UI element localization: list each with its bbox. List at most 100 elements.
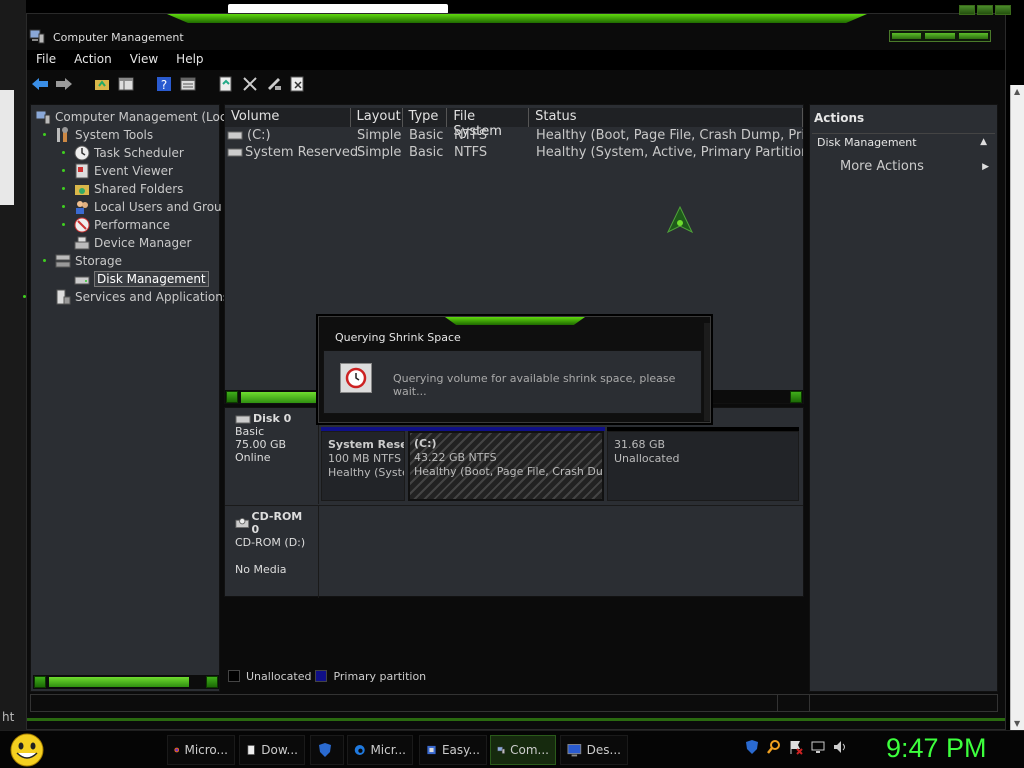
minimize-button[interactable] bbox=[892, 33, 922, 39]
legend-label: Unallocated bbox=[246, 669, 312, 683]
taskbar-desktop[interactable]: Des... bbox=[560, 735, 628, 765]
scroll-right-button[interactable] bbox=[790, 391, 802, 403]
back-arrow-icon[interactable] bbox=[31, 75, 49, 93]
taskbar: Micro... Dow... Micr... Easy... Com... D… bbox=[0, 730, 1024, 768]
column-status[interactable]: Status bbox=[529, 108, 803, 127]
start-button[interactable] bbox=[6, 732, 48, 768]
properties-icon[interactable] bbox=[179, 75, 197, 93]
scroll-left-button[interactable] bbox=[34, 676, 46, 688]
tree-horizontal-scrollbar[interactable] bbox=[33, 675, 219, 689]
console-tree: Computer Management (Loc System Tools Ta… bbox=[23, 104, 229, 692]
tray-network-icon[interactable] bbox=[810, 739, 826, 755]
menu-file[interactable]: File bbox=[27, 50, 65, 70]
settings-icon[interactable] bbox=[265, 75, 283, 93]
volume-row[interactable]: System Reserved Simple Basic NTFS Health… bbox=[225, 145, 803, 162]
title-bar[interactable]: Computer Management bbox=[27, 24, 1005, 50]
tree-item-local-users[interactable]: Local Users and Grou bbox=[62, 198, 222, 215]
tree-item-services[interactable]: Services and Applications bbox=[23, 288, 229, 305]
tree-item-disk-management[interactable]: Disk Management bbox=[74, 270, 209, 287]
taskbar-downloads[interactable]: Dow... bbox=[239, 735, 305, 765]
tray-shield-icon[interactable] bbox=[744, 739, 760, 755]
scroll-up-icon: ▲ bbox=[1014, 87, 1021, 96]
background-scrollbar: ▲ ▼ bbox=[1010, 85, 1024, 730]
forward-arrow-icon[interactable] bbox=[55, 75, 73, 93]
tray-flag-icon[interactable] bbox=[788, 739, 804, 755]
taskbar-edge[interactable]: Micr... bbox=[347, 735, 413, 765]
tree-item-performance[interactable]: Performance bbox=[62, 216, 171, 233]
svg-text:?: ? bbox=[161, 78, 167, 92]
cdrom-icon bbox=[235, 518, 250, 528]
partition-system-reserved[interactable]: System Rese 100 MB NTFS Healthy (Syste bbox=[321, 431, 405, 501]
tray-volume-icon[interactable] bbox=[832, 739, 848, 755]
export-icon[interactable] bbox=[289, 75, 307, 93]
up-folder-icon[interactable] bbox=[93, 75, 111, 93]
dialog-title: Querying Shrink Space bbox=[335, 331, 461, 344]
tree-item-task-scheduler[interactable]: Task Scheduler bbox=[62, 144, 184, 161]
tree-label: Computer Management (Loc bbox=[55, 109, 227, 124]
tree-label: Task Scheduler bbox=[94, 145, 184, 160]
column-layout[interactable]: Layout bbox=[350, 108, 403, 127]
menu-help[interactable]: Help bbox=[167, 50, 212, 70]
storage-icon bbox=[55, 254, 71, 267]
actions-section-disk-management[interactable]: Disk Management ▲ bbox=[812, 133, 995, 151]
scroll-left-button[interactable] bbox=[226, 391, 238, 403]
legend-label: Primary partition bbox=[333, 669, 427, 683]
cdrom-0-label[interactable]: CD-ROM 0 CD-ROM (D:) No Media bbox=[225, 506, 319, 598]
delete-icon[interactable] bbox=[241, 75, 259, 93]
event-viewer-icon bbox=[75, 163, 89, 178]
tray-search-icon[interactable] bbox=[766, 739, 782, 755]
firefox-icon bbox=[174, 747, 180, 753]
tree-item-storage[interactable]: Storage bbox=[43, 252, 122, 269]
submenu-arrow-icon: ▶ bbox=[982, 162, 989, 172]
taskbar-security[interactable] bbox=[310, 735, 344, 765]
expand-dot-icon[interactable] bbox=[43, 133, 46, 136]
disk-legend: Unallocated Primary partition bbox=[224, 666, 426, 686]
tree-label: Shared Folders bbox=[94, 181, 184, 196]
tree-item-device-manager[interactable]: Device Manager bbox=[74, 234, 191, 251]
taskbar-easy[interactable]: Easy... bbox=[419, 735, 487, 765]
status-bar bbox=[30, 694, 998, 712]
scroll-right-button[interactable] bbox=[206, 676, 218, 688]
maximize-button[interactable] bbox=[925, 33, 955, 39]
close-button[interactable] bbox=[958, 33, 988, 39]
tree-item-event-viewer[interactable]: Event Viewer bbox=[62, 162, 173, 179]
smiley-start-icon bbox=[10, 733, 44, 767]
taskbar-computer-management[interactable]: Com... bbox=[490, 735, 556, 765]
tree-item-system-tools[interactable]: System Tools bbox=[43, 126, 153, 143]
collapse-icon[interactable]: ▲ bbox=[980, 137, 987, 147]
show-hide-console-tree-icon[interactable] bbox=[117, 75, 135, 93]
menu-view[interactable]: View bbox=[121, 50, 167, 70]
more-actions-item[interactable]: More Actions bbox=[840, 159, 924, 174]
menu-action[interactable]: Action bbox=[65, 50, 121, 70]
column-file-system[interactable]: File System bbox=[447, 108, 530, 139]
tree-item-shared-folders[interactable]: Shared Folders bbox=[62, 180, 184, 197]
window-controls[interactable] bbox=[889, 30, 991, 42]
scroll-down-icon: ▼ bbox=[1014, 719, 1021, 728]
scroll-thumb[interactable] bbox=[49, 677, 189, 687]
toolbar: ? bbox=[27, 72, 1005, 96]
help-icon[interactable]: ? bbox=[155, 75, 173, 93]
dialog-message: Querying volume for available shrink spa… bbox=[393, 372, 676, 398]
expand-dot-icon[interactable] bbox=[23, 295, 26, 298]
alienware-logo-icon bbox=[666, 205, 694, 234]
volume-list-header: Volume Layout Type File System Status bbox=[225, 108, 803, 139]
tree-label: Device Manager bbox=[94, 235, 192, 250]
refresh-icon[interactable] bbox=[217, 75, 235, 93]
taskbar-firefox[interactable]: Micro... bbox=[167, 735, 235, 765]
shield-icon bbox=[319, 743, 331, 757]
expand-dot-icon[interactable] bbox=[43, 259, 46, 262]
partition-unallocated[interactable]: 31.68 GB Unallocated bbox=[607, 431, 799, 501]
column-volume[interactable]: Volume bbox=[225, 108, 351, 127]
disk-0-label[interactable]: Disk 0 Basic 75.00 GB Online bbox=[225, 408, 319, 504]
wait-clock-icon bbox=[340, 363, 372, 393]
tree-label: Local Users and Grou bbox=[94, 199, 222, 214]
taskbar-clock[interactable]: 9:47 PM bbox=[886, 733, 987, 764]
tree-item-computer-management[interactable]: Computer Management (Loc bbox=[35, 108, 226, 125]
clock-icon bbox=[74, 145, 90, 160]
volume-row[interactable]: (C:) Simple Basic NTFS Healthy (Boot, Pa… bbox=[225, 128, 803, 145]
partition-c-drive[interactable]: (C:) 43.22 GB NTFS Healthy (Boot, Page F… bbox=[408, 431, 604, 501]
title-glow bbox=[167, 14, 867, 23]
disk-icon bbox=[235, 415, 251, 423]
tree-label: Performance bbox=[94, 217, 171, 232]
column-type[interactable]: Type bbox=[402, 108, 448, 127]
